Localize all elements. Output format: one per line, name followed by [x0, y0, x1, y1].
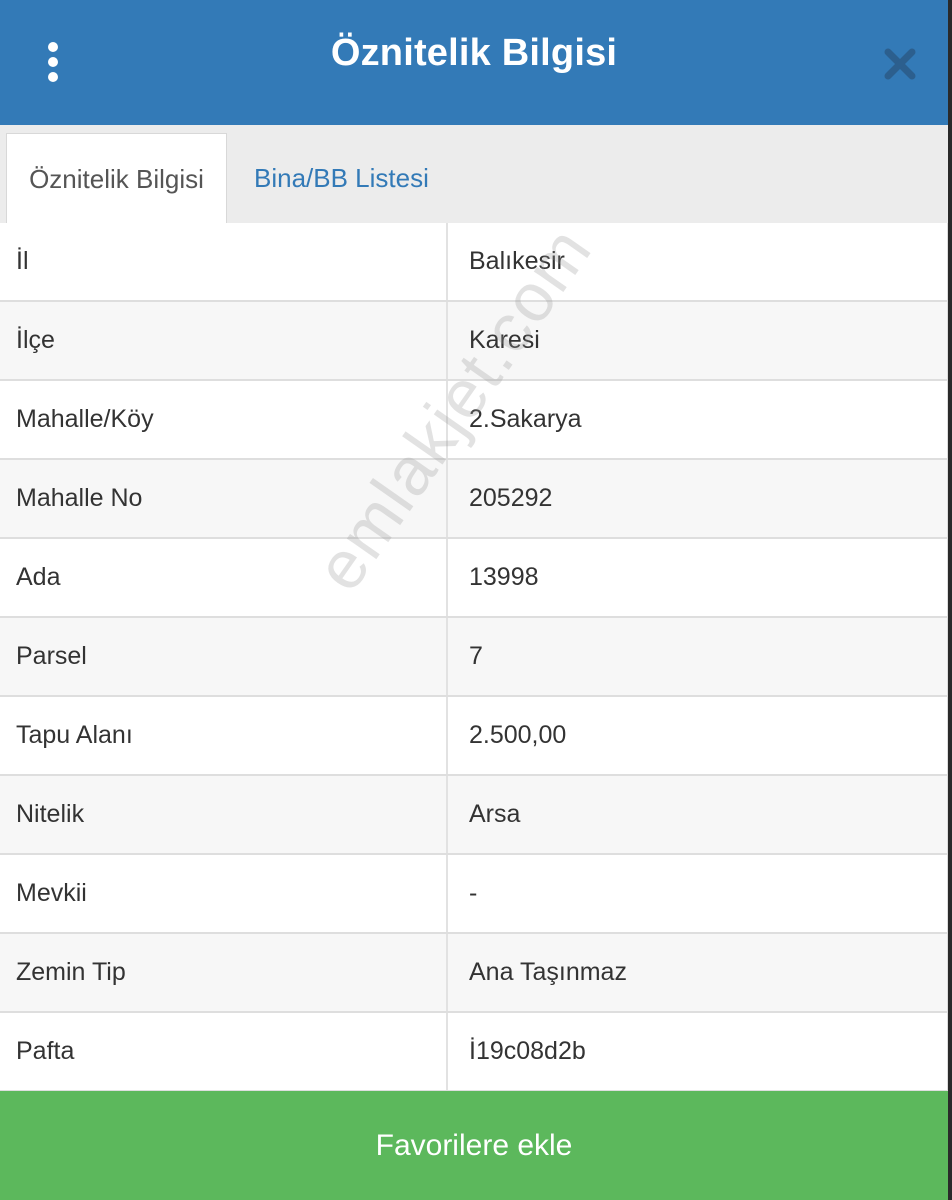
- add-to-favorites-button[interactable]: Favorilere ekle: [0, 1091, 948, 1200]
- attribute-table: İl Balıkesir İlçe Karesi Mahalle/Köy 2.Sakary…: [0, 223, 948, 1092]
- attribute-label: Tapu Alanı: [0, 697, 448, 774]
- attribute-info-dialog: Öznitelik Bilgisi Öznitelik Bilgisi Bina…: [0, 0, 948, 1200]
- table-row: Pafta İ19c08d2b: [0, 1013, 947, 1092]
- table-row: Ada 13998: [0, 539, 947, 618]
- table-row: Parsel 7: [0, 618, 947, 697]
- table-row: Zemin Tip Ana Taşınmaz: [0, 934, 947, 1013]
- table-row: İlçe Karesi: [0, 302, 947, 381]
- attribute-value: 7: [469, 642, 483, 670]
- attribute-label: Nitelik: [0, 776, 448, 853]
- table-row: Mahalle/Köy 2.Sakarya: [0, 381, 947, 460]
- attribute-value: Balıkesir: [469, 247, 565, 275]
- attribute-value: Arsa: [469, 800, 521, 828]
- attribute-value: İ19c08d2b: [469, 1037, 586, 1065]
- dialog-title: Öznitelik Bilgisi: [330, 32, 618, 74]
- attribute-label: Mahalle/Köy: [0, 381, 448, 458]
- attribute-label: Mahalle No: [0, 460, 448, 537]
- attribute-label: Pafta: [0, 1013, 448, 1090]
- attribute-value: Karesi: [469, 326, 540, 354]
- table-row: Tapu Alanı 2.500,00: [0, 697, 947, 776]
- attribute-label: Mevkii: [0, 855, 448, 932]
- attribute-value: 13998: [469, 563, 539, 591]
- tab-bar: Öznitelik Bilgisi Bina/BB Listesi: [0, 125, 948, 225]
- attribute-value: Ana Taşınmaz: [469, 958, 627, 986]
- attribute-label: İlçe: [0, 302, 448, 379]
- table-row: İl Balıkesir: [0, 223, 947, 302]
- attribute-value: 2.500,00: [469, 721, 567, 749]
- attribute-label: İl: [0, 223, 448, 300]
- table-row: Mevkii -: [0, 855, 947, 934]
- close-icon[interactable]: [880, 44, 920, 84]
- attribute-label: Zemin Tip: [0, 934, 448, 1011]
- tab-building-list[interactable]: Bina/BB Listesi: [234, 133, 449, 223]
- attribute-label: Ada: [0, 539, 448, 616]
- tab-attribute-info[interactable]: Öznitelik Bilgisi: [6, 133, 227, 223]
- attribute-value: -: [469, 879, 478, 907]
- table-row: Nitelik Arsa: [0, 776, 947, 855]
- attribute-value: 2.Sakarya: [469, 405, 582, 433]
- attribute-value: 205292: [469, 484, 553, 512]
- table-row: Mahalle No 205292: [0, 460, 947, 539]
- attribute-label: Parsel: [0, 618, 448, 695]
- dialog-header: Öznitelik Bilgisi: [0, 0, 948, 125]
